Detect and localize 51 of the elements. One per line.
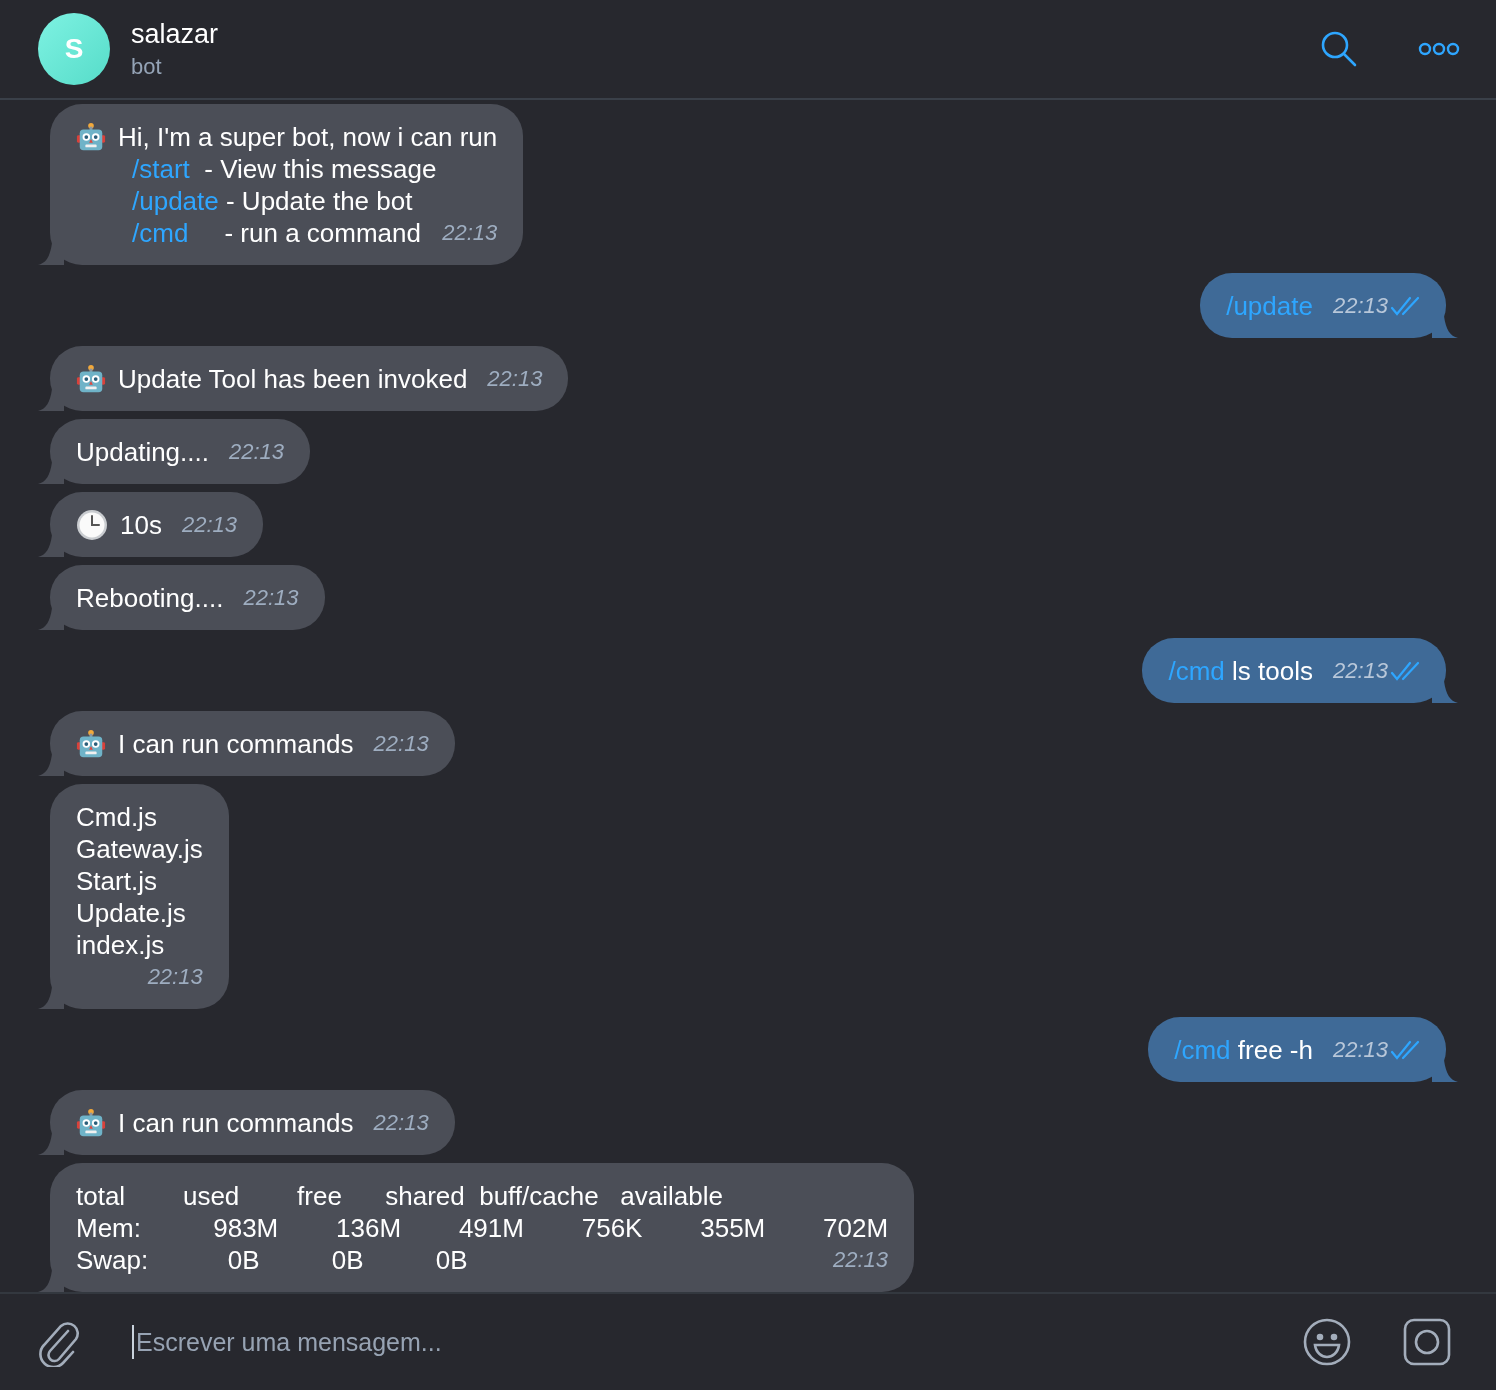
message-text: Start.js bbox=[76, 865, 157, 897]
message-time: 22:13 bbox=[373, 730, 429, 758]
robot-icon bbox=[76, 729, 106, 759]
message-text: Hi, I'm a super bot, now i can run bbox=[118, 121, 498, 153]
message-text: index.js bbox=[76, 929, 165, 961]
message-text: total used free shared buff/cache available bbox=[76, 1180, 723, 1212]
message-time: 22:13 bbox=[1332, 657, 1388, 685]
message-time: 22:13 bbox=[373, 1109, 429, 1137]
emoji-icon[interactable] bbox=[1302, 1317, 1352, 1367]
message-text: Update.js bbox=[76, 897, 186, 929]
message-text: - View this message bbox=[203, 153, 437, 185]
robot-icon bbox=[76, 364, 106, 394]
clock-icon bbox=[76, 509, 108, 541]
message-time: 22:13 bbox=[833, 1246, 889, 1274]
message-text: Rebooting.... bbox=[76, 582, 224, 614]
message-text: Swap: 0B 0B 0B bbox=[76, 1244, 468, 1276]
message-time: 22:13 bbox=[181, 511, 237, 539]
message-text: I can run commands bbox=[118, 1107, 354, 1139]
message-text: 10s bbox=[120, 509, 162, 541]
message-time: 22:13 bbox=[442, 219, 498, 247]
message-time: 22:13 bbox=[487, 365, 543, 393]
avatar[interactable]: S bbox=[38, 13, 110, 85]
message-time: 22:13 bbox=[243, 584, 299, 612]
message-text: ls tools bbox=[1231, 655, 1313, 687]
message-time: 22:13 bbox=[1332, 292, 1388, 320]
message-input[interactable]: Escrever uma mensagem... bbox=[132, 1325, 1252, 1359]
message-text: I can run commands bbox=[118, 728, 354, 760]
message-time: 22:13 bbox=[147, 963, 203, 991]
message-text: Cmd.js bbox=[76, 801, 157, 833]
message-text: Gateway.js bbox=[76, 833, 203, 865]
command-link[interactable]: /cmd bbox=[1174, 1034, 1231, 1066]
message-time: 22:13 bbox=[229, 438, 285, 466]
message-text: - run a command bbox=[223, 217, 421, 249]
message-text: Mem: 983M 136M 491M 756K 355M 702M bbox=[76, 1212, 889, 1244]
more-icon[interactable] bbox=[1418, 41, 1460, 57]
message-text: free -h bbox=[1236, 1034, 1313, 1066]
message-text: Update Tool has been invoked bbox=[118, 363, 468, 395]
chat-title: salazar bbox=[131, 18, 220, 50]
message-text: - Update the bot bbox=[224, 185, 413, 217]
chat-subtitle: bot bbox=[131, 53, 163, 80]
robot-icon bbox=[76, 122, 106, 152]
message-text: Updating.... bbox=[76, 436, 209, 468]
command-link[interactable]: /cmd bbox=[132, 217, 189, 249]
message-time: 22:13 bbox=[1332, 1036, 1388, 1064]
search-icon[interactable] bbox=[1320, 30, 1358, 68]
command-link[interactable]: /cmd bbox=[1168, 655, 1225, 687]
command-link[interactable]: /update bbox=[132, 185, 219, 217]
command-link[interactable]: /start bbox=[132, 153, 190, 185]
command-link[interactable]: /update bbox=[1226, 290, 1313, 322]
sticker-icon[interactable] bbox=[1402, 1317, 1452, 1367]
robot-icon bbox=[76, 1108, 106, 1138]
